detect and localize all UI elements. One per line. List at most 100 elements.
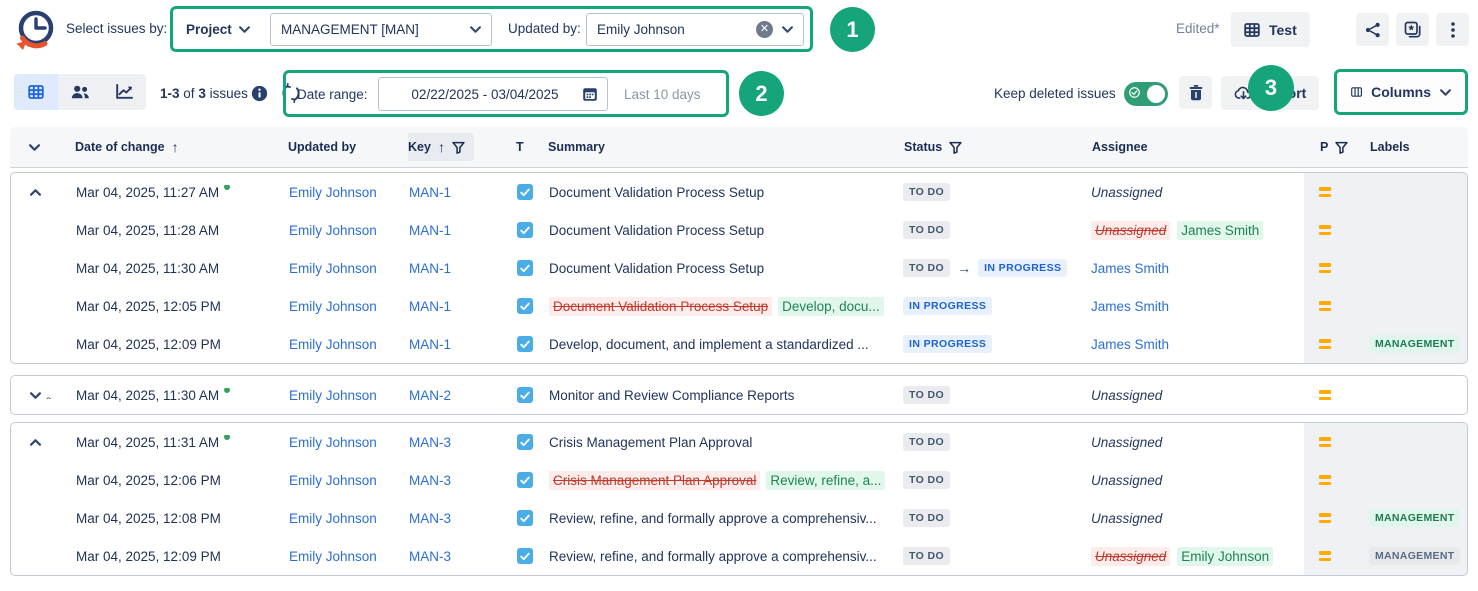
change-date: Mar 04, 2025, 11:30 AM — [76, 261, 219, 276]
collapse-group-chevron-icon[interactable] — [30, 189, 41, 196]
summary-text: Develop, document, and implement a stand… — [549, 337, 869, 352]
updated-by-link[interactable]: Emily Johnson — [289, 299, 377, 314]
header-date-of-change[interactable]: Date of change ↑ — [65, 139, 288, 155]
annotation-step-3-number: 3 — [1265, 75, 1277, 101]
kebab-menu-icon — [1451, 22, 1455, 38]
report-name-button[interactable]: Test — [1231, 12, 1310, 47]
header-updated-by[interactable]: Updated by — [288, 140, 408, 154]
updated-by-link[interactable]: Emily Johnson — [289, 511, 377, 526]
change-date: Mar 04, 2025, 11:27 AM — [76, 185, 219, 200]
summary-text: Monitor and Review Compliance Reports — [549, 388, 794, 403]
header-status[interactable]: Status — [902, 140, 1090, 154]
chart-view-icon — [115, 84, 133, 100]
view-chart-button[interactable] — [102, 74, 146, 110]
chevron-down-icon — [239, 26, 250, 33]
share-button[interactable] — [1356, 13, 1389, 46]
issue-key-link[interactable]: MAN-3 — [409, 473, 451, 488]
filter-icon[interactable] — [1335, 141, 1348, 154]
keep-deleted-toggle[interactable] — [1124, 82, 1168, 106]
change-date: Mar 04, 2025, 12:09 PM — [76, 337, 221, 352]
change-date: Mar 04, 2025, 12:06 PM — [76, 473, 221, 488]
assignee-link[interactable]: James Smith — [1091, 337, 1169, 352]
more-menu-button[interactable] — [1436, 13, 1469, 46]
updated-by-link[interactable]: Emily Johnson — [289, 185, 377, 200]
share-icon — [1365, 22, 1381, 38]
clear-icon[interactable]: ✕ — [756, 21, 773, 38]
issue-group-man-1: Mar 04, 2025, 11:27 AM Emily Johnson MAN… — [10, 172, 1468, 364]
issue-key-link[interactable]: MAN-3 — [409, 511, 451, 526]
date-range-input[interactable]: 02/22/2025 - 03/04/2025 — [378, 77, 608, 111]
updated-by-link[interactable]: Emily Johnson — [289, 435, 377, 450]
change-date: Mar 04, 2025, 12:09 PM — [76, 549, 221, 564]
info-icon[interactable] — [251, 85, 268, 105]
status-badge-to: IN PROGRESS — [978, 259, 1067, 278]
issues-count-range: 1-3 — [160, 86, 180, 101]
label-tag-added: MANAGEMENT — [1369, 335, 1460, 354]
issue-key-link[interactable]: MAN-3 — [409, 549, 451, 564]
view-table-button[interactable] — [14, 74, 58, 110]
table-view-icon — [28, 84, 44, 100]
summary-removed: Document Validation Process Setup — [549, 297, 772, 316]
updated-by-link[interactable]: Emily Johnson — [289, 549, 377, 564]
summary-text: Document Validation Process Setup — [549, 223, 764, 238]
calendar-icon[interactable] — [582, 86, 598, 102]
table-row: Mar 04, 2025, 12:08 PM Emily Johnson MAN… — [11, 499, 1467, 537]
issue-key-link[interactable]: MAN-1 — [409, 299, 451, 314]
assignee-link[interactable]: James Smith — [1091, 299, 1169, 314]
issue-group-man-3: Mar 04, 2025, 11:31 AM Emily Johnson MAN… — [10, 422, 1468, 576]
updated-by-link[interactable]: Emily Johnson — [289, 388, 377, 403]
filter-icon[interactable] — [949, 141, 962, 154]
collapse-group-chevron-icon[interactable] — [30, 439, 41, 446]
change-date: Mar 04, 2025, 12:08 PM — [76, 511, 221, 526]
priority-medium-icon — [1319, 390, 1331, 400]
assignee-added: James Smith — [1177, 221, 1263, 240]
updated-by-link[interactable]: Emily Johnson — [289, 261, 377, 276]
issue-key-link[interactable]: MAN-1 — [409, 223, 451, 238]
annotation-step-3: 3 — [1248, 65, 1294, 111]
header-assignee[interactable]: Assignee — [1090, 140, 1305, 154]
header-key[interactable]: Key ↑ — [408, 133, 516, 161]
header-summary[interactable]: Summary — [548, 140, 902, 154]
project-select[interactable]: MANAGEMENT [MAN] — [270, 13, 492, 46]
issue-key-link[interactable]: MAN-3 — [409, 435, 451, 450]
updated-by-link[interactable]: Emily Johnson — [289, 337, 377, 352]
updated-by-select[interactable]: Emily Johnson ✕ — [586, 13, 804, 46]
users-view-icon — [71, 84, 90, 100]
issue-key-link[interactable]: MAN-1 — [409, 261, 451, 276]
columns-button[interactable]: Columns — [1338, 73, 1464, 111]
select-by-mode-dropdown[interactable]: Project — [186, 14, 250, 44]
priority-medium-icon — [1319, 263, 1331, 273]
toggle-knob — [1147, 85, 1165, 103]
header-type[interactable]: T — [516, 140, 548, 154]
table-row: Mar 04, 2025, 11:27 AM Emily Johnson MAN… — [11, 173, 1467, 211]
priority-medium-icon — [1319, 301, 1331, 311]
task-type-icon — [517, 510, 533, 526]
view-switcher — [14, 74, 146, 110]
sort-asc-icon[interactable]: ↑ — [172, 139, 179, 155]
table-header: Date of change ↑ Updated by Key ↑ T Summ… — [10, 127, 1468, 168]
header-labels[interactable]: Labels — [1365, 140, 1468, 154]
issue-key-link[interactable]: MAN-1 — [409, 185, 451, 200]
header-priority[interactable]: P — [1305, 140, 1365, 154]
updated-by-link[interactable]: Emily Johnson — [289, 223, 377, 238]
delete-report-button[interactable] — [1179, 76, 1212, 109]
updated-by-link[interactable]: Emily Johnson — [289, 473, 377, 488]
save-report-button[interactable] — [1396, 13, 1429, 46]
annotation-step-1-number: 1 — [846, 17, 858, 43]
issue-history-app: Select issues by: Project MANAGEMENT [MA… — [0, 0, 1478, 591]
select-by-mode-label: Project — [186, 22, 232, 37]
filter-icon[interactable] — [452, 141, 465, 154]
issue-key-link[interactable]: MAN-2 — [409, 388, 451, 403]
collapse-all-chevron-icon[interactable] — [29, 144, 40, 151]
view-users-button[interactable] — [58, 74, 102, 110]
task-type-icon — [517, 472, 533, 488]
expand-group-chevron-icon[interactable] — [30, 392, 41, 399]
sort-asc-icon[interactable]: ↑ — [438, 139, 445, 155]
summary-added: Review, refine, a... — [766, 471, 885, 490]
table-row: Mar 04, 2025, 12:09 PM Emily Johnson MAN… — [11, 537, 1467, 575]
chevron-down-icon — [782, 26, 793, 33]
issue-key-link[interactable]: MAN-1 — [409, 337, 451, 352]
assignee-text: Unassigned — [1091, 435, 1162, 450]
change-date: Mar 04, 2025, 11:30 AM — [76, 388, 219, 403]
assignee-link[interactable]: James Smith — [1091, 261, 1169, 276]
